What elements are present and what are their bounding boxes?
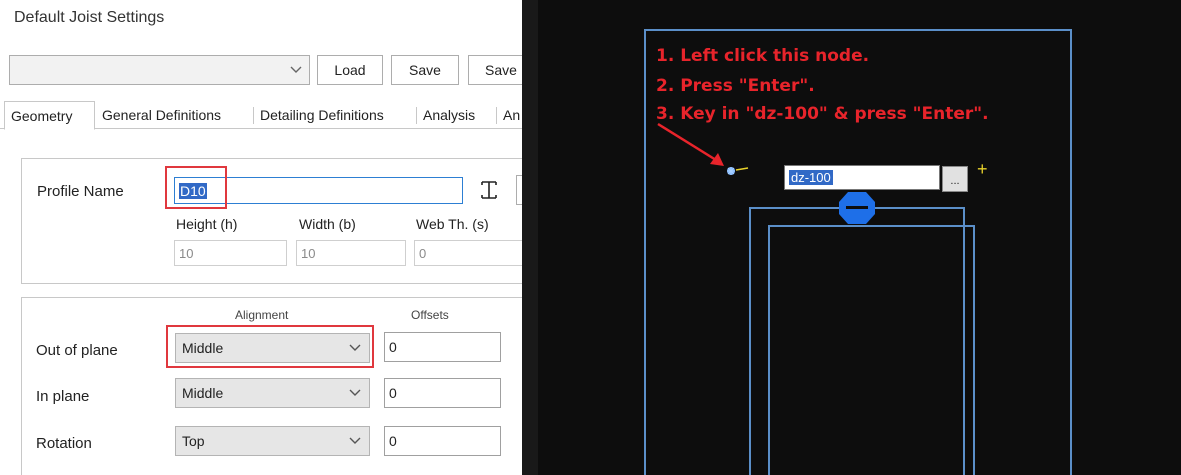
in-plane-offset-input[interactable]: 0 bbox=[384, 378, 501, 408]
command-input[interactable]: dz-100 bbox=[784, 165, 940, 190]
tab-geometry[interactable]: Geometry bbox=[4, 101, 95, 130]
joist-outer-left bbox=[749, 207, 751, 475]
dialog-title: Default Joist Settings bbox=[14, 9, 165, 26]
out-of-plane-offset-input[interactable]: 0 bbox=[384, 332, 501, 362]
save-button[interactable]: Save bbox=[391, 55, 459, 85]
i-beam-icon[interactable] bbox=[480, 180, 498, 200]
chevron-down-icon bbox=[349, 379, 361, 407]
chevron-down-icon bbox=[283, 56, 309, 84]
command-input-value: dz-100 bbox=[789, 170, 833, 185]
joist-outer-right bbox=[963, 207, 965, 475]
joist-inner-top bbox=[768, 225, 975, 227]
tab-strip: Geometry General Definitions Detailing D… bbox=[0, 101, 522, 130]
profile-name-label: Profile Name bbox=[37, 183, 124, 200]
instruction-line-1: 1. Left click this node. bbox=[656, 46, 870, 66]
highlight-out-of-plane bbox=[166, 325, 374, 368]
joist-settings-dialog: Default Joist Settings Load Save Save Ge… bbox=[0, 0, 522, 475]
tab-analysis[interactable]: Analysis bbox=[417, 101, 497, 129]
web-thickness-input[interactable]: 0 bbox=[414, 240, 522, 266]
preset-combo[interactable] bbox=[9, 55, 310, 85]
outer-frame-top bbox=[644, 29, 1072, 31]
viewport-edge bbox=[522, 0, 538, 475]
out-of-plane-label: Out of plane bbox=[36, 342, 118, 359]
cad-viewport[interactable]: 1. Left click this node. 2. Press "Enter… bbox=[522, 0, 1181, 475]
outer-frame-right bbox=[1070, 29, 1072, 475]
load-button[interactable]: Load bbox=[317, 55, 383, 85]
joist-inner-right bbox=[973, 225, 975, 475]
save-as-button[interactable]: Save bbox=[468, 55, 522, 85]
rotation-offset-value: 0 bbox=[389, 433, 397, 449]
tab-truncated[interactable]: An bbox=[497, 101, 522, 129]
width-value: 10 bbox=[301, 245, 316, 261]
height-value: 10 bbox=[179, 245, 194, 261]
joist-node[interactable] bbox=[837, 191, 877, 225]
rotation-label: Rotation bbox=[36, 435, 92, 452]
command-browse-button[interactable]: ... bbox=[942, 166, 968, 192]
width-input[interactable]: 10 bbox=[296, 240, 406, 266]
tab-detailing-definitions[interactable]: Detailing Definitions bbox=[254, 101, 416, 129]
in-plane-select[interactable]: Middle bbox=[175, 378, 370, 408]
height-input[interactable]: 10 bbox=[174, 240, 287, 266]
chevron-down-icon bbox=[349, 427, 361, 455]
width-label: Width (b) bbox=[299, 216, 356, 232]
web-thickness-value: 0 bbox=[419, 245, 427, 261]
alignment-header: Alignment bbox=[235, 308, 289, 322]
rotation-offset-input[interactable]: 0 bbox=[384, 426, 501, 456]
instruction-line-3: 3. Key in "dz-100" & press "Enter". bbox=[656, 104, 989, 124]
out-of-plane-offset-value: 0 bbox=[389, 339, 397, 355]
web-thickness-label: Web Th. (s) bbox=[416, 216, 489, 232]
joist-inner-left bbox=[768, 225, 770, 475]
instruction-line-2: 2. Press "Enter". bbox=[656, 76, 815, 96]
arrow-annotation bbox=[652, 120, 732, 172]
outer-frame-left bbox=[644, 29, 646, 475]
offsets-header: Offsets bbox=[411, 308, 449, 322]
in-plane-value: Middle bbox=[182, 385, 224, 401]
highlight-profile-name bbox=[165, 166, 227, 209]
rotation-value: Top bbox=[182, 433, 205, 449]
plus-cursor-icon: + bbox=[977, 159, 988, 179]
rotation-select[interactable]: Top bbox=[175, 426, 370, 456]
height-label: Height (h) bbox=[176, 216, 238, 232]
in-plane-offset-value: 0 bbox=[389, 385, 397, 401]
in-plane-label: In plane bbox=[36, 388, 90, 405]
tab-general-definitions[interactable]: General Definitions bbox=[96, 101, 254, 129]
